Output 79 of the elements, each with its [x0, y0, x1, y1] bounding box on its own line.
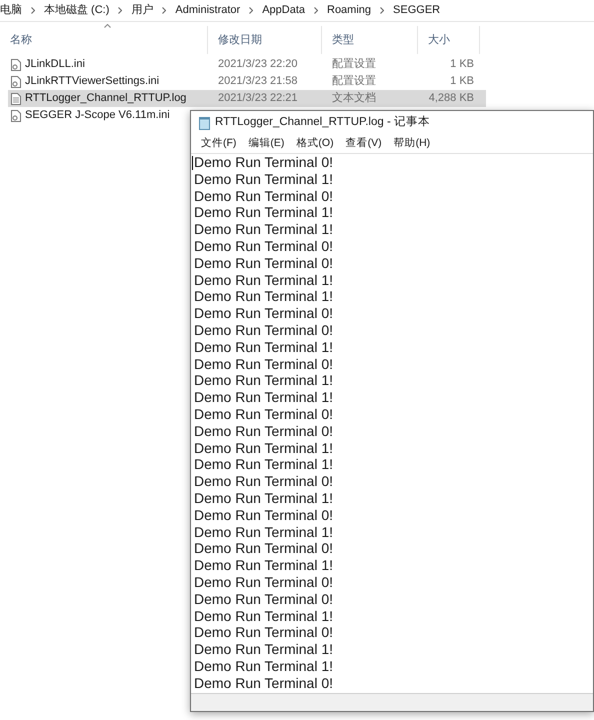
chevron-icon — [31, 7, 35, 14]
text-line: Demo Run Terminal 1! — [194, 389, 334, 406]
text-line: Demo Run Terminal 1! — [194, 170, 334, 188]
breadcrumb-item[interactable]: SEGGER — [393, 2, 440, 19]
file-row[interactable]: JLinkDLL.ini 2021/3/23 22:20 配置设置 1 KB — [8, 56, 486, 73]
text-line: Demo Run Terminal 0! — [194, 356, 334, 372]
window-title: RTTLogger_Channel_RTTUP.log - 记事本 — [215, 114, 430, 130]
settings-file-icon — [11, 110, 21, 122]
text-line: Demo Run Terminal 0! — [194, 540, 334, 558]
chevron-icon — [118, 7, 122, 14]
chevron-icon — [162, 7, 166, 14]
text-line: Demo Run Terminal 0! — [194, 406, 334, 423]
breadcrumb-item[interactable]: 本地磁盘 (C:) — [44, 2, 110, 19]
text-line: Demo Run Terminal 0! — [194, 322, 334, 339]
text-line: Demo Run Terminal 1! — [194, 557, 334, 574]
text-line: Demo Run Terminal 1! — [194, 204, 334, 222]
text-line: Demo Run Terminal 1! — [194, 338, 334, 356]
column-header[interactable]: 大小 — [418, 26, 480, 54]
size-cell-text: 1 KB — [449, 57, 474, 72]
breadcrumb-item[interactable]: 用户 — [131, 2, 154, 19]
breadcrumb-item[interactable]: 电脑 — [0, 2, 22, 19]
text-line: Demo Run Terminal 0! — [194, 624, 334, 642]
type-cell-text: 配置设置 — [331, 57, 377, 72]
text-line: Demo Run Terminal 1! — [194, 372, 334, 390]
text-line: Demo Run Terminal 1! — [194, 524, 334, 540]
file-row[interactable]: SEGGER J-Scope V6.11m.ini — [8, 107, 186, 124]
text-line: Demo Run Terminal 0! — [194, 506, 334, 524]
file-name: RTTLogger_Channel_RTTUP.log — [25, 91, 186, 106]
file-name: SEGGER J-Scope V6.11m.ini — [25, 108, 170, 124]
text-line: Demo Run Terminal 0! — [194, 254, 334, 272]
menu-item[interactable]: 文件(F) — [195, 136, 242, 152]
text-line: Demo Run Terminal 0! — [194, 154, 334, 171]
text-line: Demo Run Terminal 0! — [194, 574, 334, 591]
size-cell-text: 4,288 KB — [428, 91, 474, 106]
menu-item[interactable]: 帮助(H) — [388, 136, 436, 152]
text-line: Demo Run Terminal 1! — [194, 490, 334, 507]
menu-item[interactable]: 编辑(E) — [242, 136, 290, 152]
type-cell-text: 文本文档 — [331, 90, 377, 106]
text-file-icon — [11, 92, 21, 104]
settings-file-icon — [11, 76, 21, 88]
text-line: Demo Run Terminal 1! — [194, 641, 334, 658]
text-line: Demo Run Terminal 1! — [194, 658, 334, 675]
chevron-icon — [249, 7, 254, 14]
notepad-icon — [199, 116, 210, 130]
text-line: Demo Run Terminal 0! — [194, 674, 334, 692]
size-cell-text: 1 KB — [449, 74, 474, 90]
text-line: Demo Run Terminal 0! — [194, 422, 334, 440]
text-line: Demo Run Terminal 1! — [194, 288, 334, 306]
chevron-icon — [314, 7, 318, 14]
text-line: Demo Run Terminal 1! — [194, 440, 334, 456]
sort-icon — [104, 24, 111, 28]
column-header[interactable]: 修改日期 — [208, 26, 322, 54]
column-header[interactable]: 名称 — [0, 26, 208, 54]
text-line: Demo Run Terminal 0! — [194, 238, 334, 255]
text-line: Demo Run Terminal 1! — [194, 272, 334, 288]
menu-item[interactable]: 格式(O) — [290, 136, 340, 152]
text-line: Demo Run Terminal 0! — [194, 188, 334, 204]
text-cursor — [192, 156, 193, 170]
menu-item[interactable]: 查看(V) — [340, 136, 388, 152]
text-line: Demo Run Terminal 1! — [194, 456, 334, 474]
chevron-icon — [380, 7, 384, 14]
file-row[interactable]: JLinkRTTViewerSettings.ini 2021/3/23 21:58 配置设置 1 KB — [8, 73, 486, 90]
column-header[interactable]: 类型 — [322, 26, 418, 54]
file-name: JLinkDLL.ini — [25, 57, 85, 72]
text-line: Demo Run Terminal 1! — [194, 221, 334, 238]
date-cell-text: 2021/3/23 22:21 — [217, 91, 299, 106]
breadcrumb-item[interactable]: Roaming — [327, 2, 372, 19]
date-cell-text: 2021/3/23 22:20 — [217, 57, 299, 72]
file-row[interactable]: RTTLogger_Channel_RTTUP.log 2021/3/23 22:21 文本文档 4,288 KB — [8, 90, 486, 107]
type-cell-text: 配置设置 — [331, 74, 377, 90]
breadcrumb-item[interactable]: AppData — [262, 2, 305, 19]
settings-file-icon — [11, 58, 21, 70]
date-cell-text: 2021/3/23 21:58 — [217, 74, 299, 90]
text-line: Demo Run Terminal 0! — [194, 473, 334, 490]
file-name: JLinkRTTViewerSettings.ini — [25, 74, 160, 90]
text-line: Demo Run Terminal 1! — [194, 608, 334, 624]
text-line: Demo Run Terminal 0! — [194, 590, 334, 608]
breadcrumb-item[interactable]: Administrator — [175, 2, 240, 19]
text-line: Demo Run Terminal 0! — [194, 305, 334, 322]
